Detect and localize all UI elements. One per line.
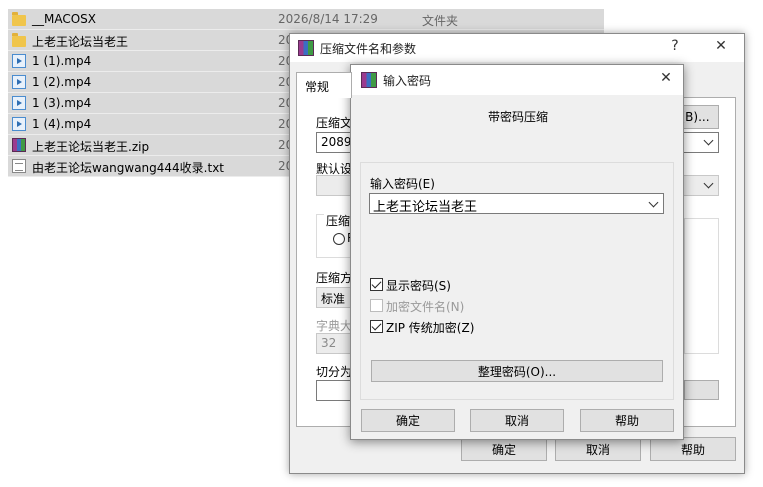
file-name: __MACOSX bbox=[32, 12, 97, 26]
dictionary-label: 字典大 bbox=[316, 319, 353, 333]
archive-name-label: 压缩文 bbox=[316, 116, 353, 130]
password-value: 上老王论坛当老王 bbox=[373, 200, 478, 215]
chevron-down-icon bbox=[703, 178, 714, 189]
dictionary-value: 32 bbox=[321, 336, 337, 350]
split-label: 切分为 bbox=[316, 365, 353, 379]
help-icon[interactable]: ? bbox=[660, 38, 690, 54]
file-date: 2026/8/14 17:29 bbox=[278, 12, 378, 26]
password-cancel-button[interactable]: 取消 bbox=[470, 409, 564, 432]
archive-dialog-titlebar[interactable]: 压缩文件名和参数 ? ✕ bbox=[290, 34, 744, 62]
encrypt-filenames-checkbox[interactable] bbox=[370, 299, 383, 312]
password-dialog-title: 输入密码 bbox=[383, 74, 432, 88]
chevron-down-icon bbox=[703, 135, 714, 146]
file-name: 上老王论坛当老王 bbox=[32, 35, 129, 49]
text-file-icon bbox=[12, 159, 26, 173]
password-dialog-titlebar[interactable]: 输入密码 ✕ bbox=[351, 65, 683, 95]
archive-dialog-title: 压缩文件名和参数 bbox=[320, 42, 417, 56]
password-help-button[interactable]: 帮助 bbox=[580, 409, 674, 432]
set-password-button[interactable] bbox=[684, 380, 719, 400]
close-icon[interactable]: ✕ bbox=[706, 38, 736, 54]
password-ok-button[interactable]: 确定 bbox=[361, 409, 455, 432]
zip-legacy-checkbox[interactable] bbox=[370, 320, 383, 333]
video-file-icon bbox=[12, 75, 26, 89]
video-file-icon bbox=[12, 117, 26, 131]
file-name: 1 (3).mp4 bbox=[32, 96, 92, 110]
close-icon[interactable]: ✕ bbox=[651, 70, 681, 86]
video-file-icon bbox=[12, 54, 26, 68]
password-input[interactable]: 上老王论坛当老王 bbox=[369, 193, 664, 215]
method-label: 压缩方 bbox=[316, 271, 353, 285]
file-row[interactable]: __MACOSX 2026/8/14 17:29 文件夹 bbox=[8, 9, 604, 30]
password-heading: 带密码压缩 bbox=[488, 110, 549, 124]
file-name: 1 (4).mp4 bbox=[32, 117, 92, 131]
winrar-icon bbox=[298, 40, 314, 56]
file-name: 1 (2).mp4 bbox=[32, 75, 92, 89]
archive-cancel-button[interactable]: 取消 bbox=[555, 437, 641, 461]
file-name: 由老王论坛wangwang444收录.txt bbox=[32, 161, 225, 175]
file-type: 文件夹 bbox=[422, 14, 459, 28]
method-value: 标准 bbox=[321, 292, 346, 306]
encrypt-filenames-label: 加密文件名(N) bbox=[386, 300, 465, 314]
folder-icon bbox=[12, 11, 26, 26]
chevron-down-icon[interactable] bbox=[648, 197, 659, 208]
archive-icon bbox=[12, 138, 26, 152]
options-group bbox=[684, 218, 719, 354]
show-password-label: 显示密码(S) bbox=[386, 279, 451, 293]
video-file-icon bbox=[12, 96, 26, 110]
winrar-icon bbox=[361, 72, 377, 88]
file-name: 1 (1).mp4 bbox=[32, 54, 92, 68]
tab-general[interactable]: 常规 bbox=[296, 72, 352, 98]
folder-icon bbox=[12, 32, 26, 47]
show-password-checkbox[interactable] bbox=[370, 278, 383, 291]
zip-legacy-label: ZIP 传统加密(Z) bbox=[386, 321, 475, 335]
format-radio[interactable] bbox=[333, 233, 345, 245]
organize-passwords-button[interactable]: 整理密码(O)... bbox=[371, 360, 663, 382]
archive-help-button[interactable]: 帮助 bbox=[650, 437, 736, 461]
enter-password-label: 输入密码(E) bbox=[370, 177, 435, 191]
file-name: 上老王论坛当老王.zip bbox=[32, 140, 150, 154]
archive-ok-button[interactable]: 确定 bbox=[461, 437, 547, 461]
